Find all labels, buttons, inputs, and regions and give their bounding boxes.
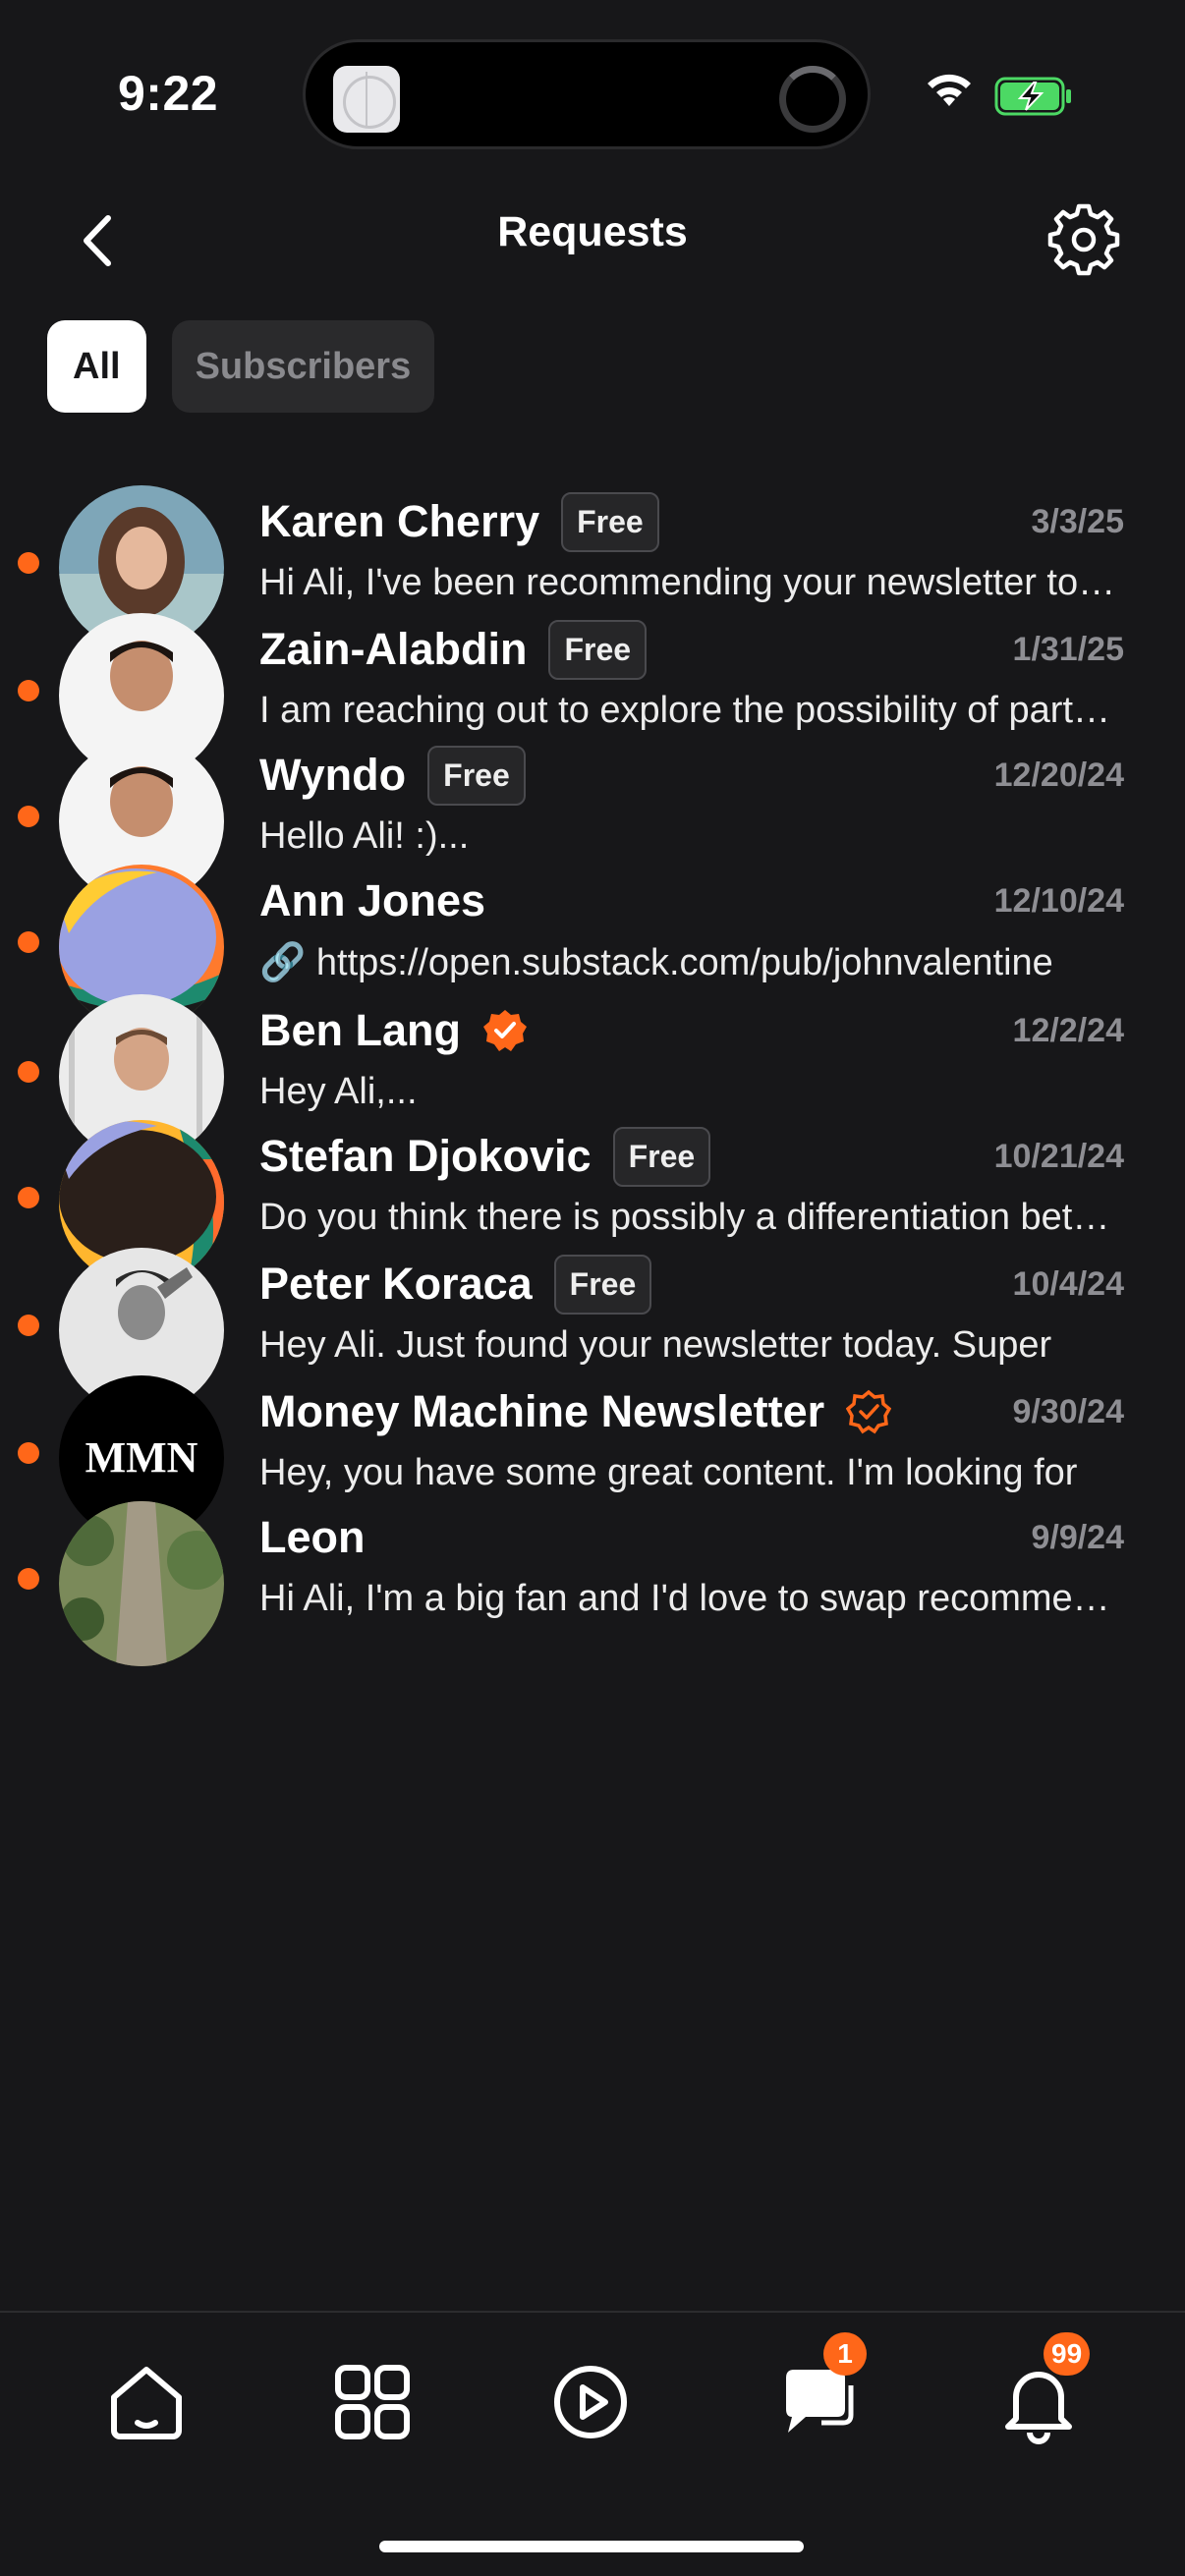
bottom-tab-bar: 1 99	[0, 2311, 1185, 2576]
status-bar: 9:22	[0, 0, 1185, 187]
filter-all-chip[interactable]: All	[47, 320, 146, 413]
wifi-icon	[928, 74, 971, 106]
unread-dot	[18, 1568, 39, 1590]
name-line: Karen Cherry Free	[259, 489, 659, 554]
message-date: 12/20/24	[993, 756, 1124, 794]
name-line: Stefan Djokovic Free	[259, 1124, 711, 1189]
notifications-tab[interactable]: 99	[994, 2332, 1091, 2446]
unread-dot	[18, 680, 39, 701]
play-icon[interactable]	[546, 2358, 635, 2446]
unread-dot	[18, 552, 39, 574]
name-line: Money Machine Newsletter	[259, 1379, 892, 1444]
message-date: 12/2/24	[1012, 1012, 1124, 1049]
unread-dot	[18, 1442, 39, 1464]
grid-icon[interactable]	[328, 2358, 417, 2446]
sender-name: Leon	[259, 1512, 366, 1562]
verified-badge-icon	[483, 1010, 528, 1051]
home-icon[interactable]	[102, 2358, 191, 2446]
sender-name: Ann Jones	[259, 875, 486, 925]
unread-dot	[18, 931, 39, 953]
sender-name: Wyndo	[259, 750, 407, 800]
svg-text:MMN: MMN	[85, 1433, 198, 1482]
filter-chips: All Subscribers	[47, 320, 435, 413]
unread-dot	[18, 1187, 39, 1208]
name-line: Ben Lang	[259, 998, 528, 1063]
unread-dot	[18, 1061, 39, 1083]
page-title: Requests	[497, 208, 688, 255]
message-date: 3/3/25	[1031, 503, 1124, 540]
unread-dot	[18, 1315, 39, 1336]
message-date: 10/21/24	[993, 1138, 1124, 1175]
sender-name: Peter Koraca	[259, 1259, 533, 1309]
message-date: 1/31/25	[1012, 631, 1124, 668]
plan-badge: Free	[548, 619, 648, 680]
plan-badge: Free	[553, 1254, 652, 1315]
unread-dot	[18, 806, 39, 827]
message-date: 10/4/24	[1012, 1265, 1124, 1303]
avatar	[59, 1501, 224, 1666]
chat-badge: 1	[823, 2332, 867, 2376]
chat-tab[interactable]: 1	[772, 2332, 867, 2446]
message-preview: Hi Ali, I'm a big fan and I'd love to sw…	[259, 1578, 1124, 1619]
verified-badge-icon	[846, 1389, 892, 1434]
island-app-icon	[333, 66, 400, 133]
sender-name: Zain-Alabdin	[259, 624, 528, 674]
name-line: Peter Koraca Free	[259, 1252, 652, 1316]
plan-badge: Free	[612, 1126, 711, 1187]
nav-header: Requests	[0, 187, 1185, 324]
name-line: Wyndo Free	[259, 743, 526, 808]
name-line: Zain-Alabdin Free	[259, 617, 648, 682]
requests-list: Karen Cherry Free 3/3/25 Hi Ali, I've been …	[0, 462, 1185, 2311]
request-row[interactable]: Leon 9/9/24 Hi Ali, I'm a big fan and I'd …	[0, 1478, 1185, 1674]
dynamic-island	[303, 39, 871, 149]
filter-subscribers-chip[interactable]: Subscribers	[171, 320, 435, 413]
sender-name: Karen Cherry	[259, 496, 540, 546]
plan-badge: Free	[561, 491, 659, 552]
plan-badge: Free	[427, 745, 526, 806]
home-indicator	[379, 2541, 804, 2552]
island-progress-icon	[779, 66, 846, 133]
status-time: 9:22	[118, 66, 219, 121]
message-date: 9/9/24	[1031, 1519, 1124, 1556]
gear-icon[interactable]	[1047, 198, 1120, 277]
sender-name: Money Machine Newsletter	[259, 1386, 825, 1436]
message-date: 9/30/24	[1012, 1393, 1124, 1430]
sender-name: Stefan Djokovic	[259, 1131, 592, 1181]
name-line: Ann Jones	[259, 868, 485, 933]
name-line: Leon	[259, 1505, 366, 1570]
battery-charging-icon	[994, 77, 1071, 116]
notifications-badge: 99	[1044, 2332, 1091, 2376]
sender-name: Ben Lang	[259, 1005, 462, 1055]
message-date: 12/10/24	[993, 882, 1124, 920]
